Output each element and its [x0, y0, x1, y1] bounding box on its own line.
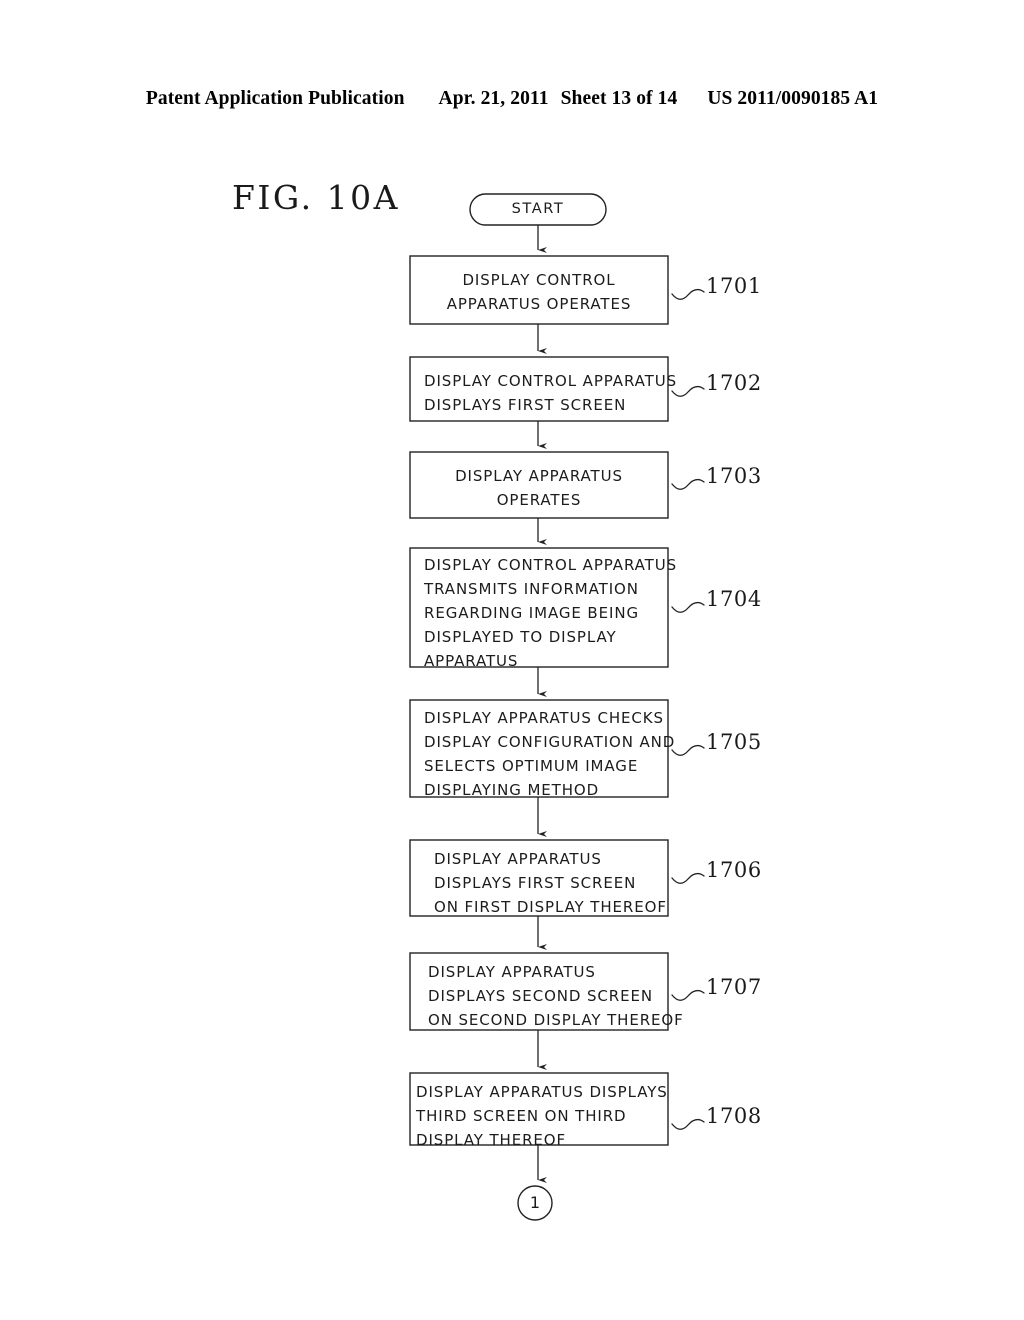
reference-numeral-1703: 1703	[706, 464, 762, 488]
leader-line-1706	[671, 872, 705, 884]
reference-numeral-1708: 1708	[706, 1104, 762, 1128]
reference-numeral-1707: 1707	[706, 975, 762, 999]
reference-numeral-1701: 1701	[706, 274, 762, 298]
step-label-1703: DISPLAY APPARATUS OPERATES	[455, 467, 623, 509]
step-label-1701: DISPLAY CONTROL APPARATUS OPERATES	[446, 271, 632, 313]
step-label-1707: DISPLAY APPARATUS DISPLAYS SECOND SCREEN…	[428, 963, 684, 1029]
step-label-1704: DISPLAY CONTROL APPARATUS TRANSMITS INFO…	[424, 556, 678, 670]
reference-numeral-1704: 1704	[706, 587, 762, 611]
patent-figure-page: Patent Application Publication Apr. 21, 2…	[0, 0, 1024, 1320]
leader-line-1707	[671, 989, 705, 1001]
leader-line-1705	[671, 744, 705, 756]
reference-numeral-1706: 1706	[706, 858, 762, 882]
reference-numeral-1705: 1705	[706, 730, 762, 754]
step-label-1705: DISPLAY APPARATUS CHECKS DISPLAY CONFIGU…	[424, 709, 676, 799]
step-label-1708: DISPLAY APPARATUS DISPLAYS THIRD SCREEN …	[416, 1083, 668, 1149]
start-terminator-label: START	[511, 201, 565, 217]
end-connector-label: 1	[529, 1193, 541, 1212]
leader-line-1708	[671, 1118, 705, 1130]
step-label-1706: DISPLAY APPARATUS DISPLAYS FIRST SCREEN …	[434, 850, 667, 916]
leader-line-1701	[671, 288, 705, 300]
leader-line-1703	[671, 478, 705, 490]
reference-numeral-1702: 1702	[706, 371, 762, 395]
leader-line-1704	[671, 601, 705, 613]
step-label-1702: DISPLAY CONTROL APPARATUS DISPLAYS FIRST…	[424, 372, 678, 414]
